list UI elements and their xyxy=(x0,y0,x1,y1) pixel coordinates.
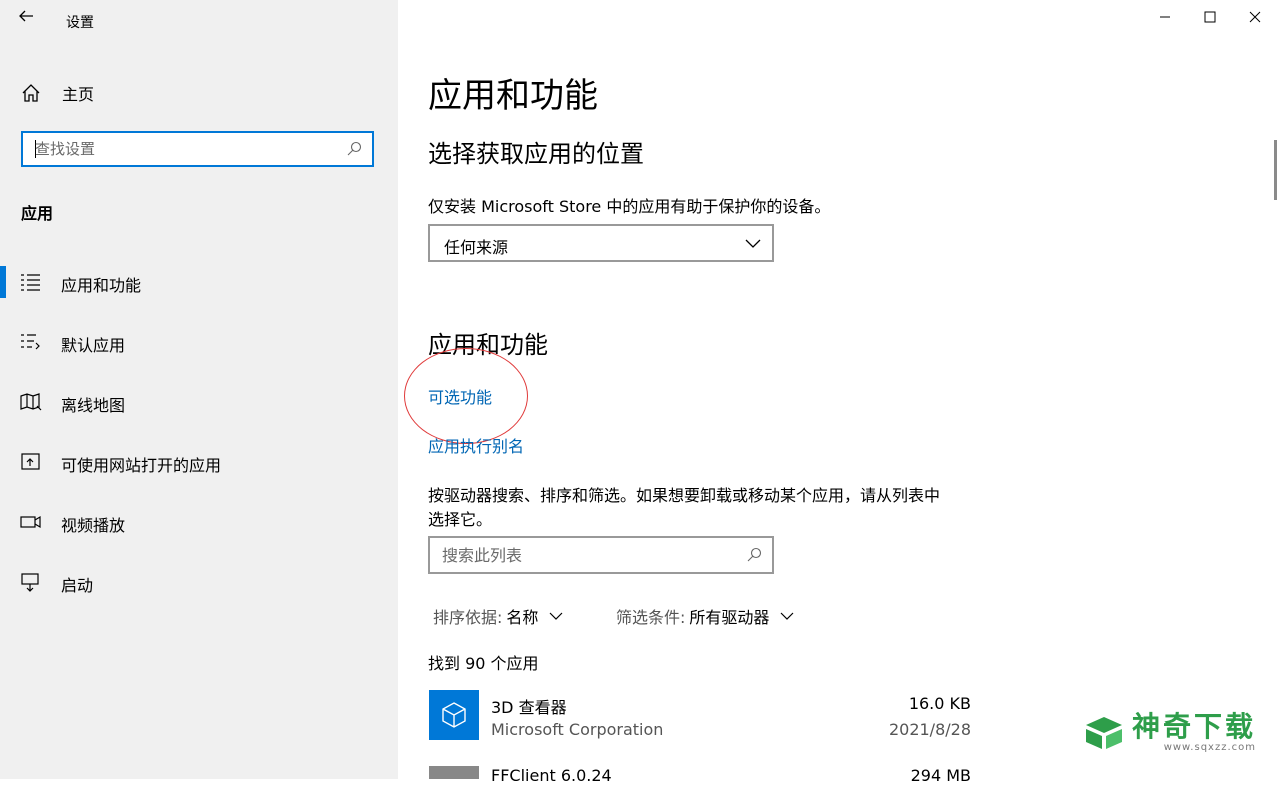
sidebar-item-label: 离线地图 xyxy=(61,396,126,415)
home-icon xyxy=(22,84,40,102)
sidebar-item-label: 默认应用 xyxy=(61,336,126,355)
back-arrow-icon[interactable] xyxy=(16,6,36,26)
3d-viewer-app-icon[interactable] xyxy=(429,690,479,740)
watermark-url: www.sqxzz.com xyxy=(1163,742,1256,753)
chevron-down-icon xyxy=(745,239,761,248)
watermark-logo-icon xyxy=(1085,716,1122,749)
sidebar-item-label: 视频播放 xyxy=(61,516,126,535)
sidebar-item-video[interactable]: 视频播放 xyxy=(0,502,398,542)
app-name[interactable]: FFClient 6.0.24 xyxy=(491,766,612,785)
app-size: 294 MB xyxy=(910,766,971,785)
filter-dropdown[interactable]: 筛选条件: 所有驱动器 xyxy=(616,604,795,628)
search-icon[interactable] xyxy=(346,141,362,157)
optional-features-link[interactable]: 可选功能 xyxy=(428,384,492,408)
filter-value: 所有驱动器 xyxy=(689,608,770,627)
dropdown-value: 任何来源 xyxy=(444,238,509,257)
cube-icon xyxy=(442,702,466,728)
section-heading: 应用 xyxy=(21,204,54,223)
settings-search[interactable] xyxy=(21,131,374,167)
list-description-line2: 选择它。 xyxy=(428,510,493,529)
app-list-search-input[interactable] xyxy=(442,538,732,572)
sidebar-item-apps-features[interactable]: 应用和功能 xyxy=(0,262,398,302)
window-title: 设置 xyxy=(66,15,94,31)
sidebar-item-label: 可使用网站打开的应用 xyxy=(61,456,222,475)
selected-indicator xyxy=(0,266,6,298)
offline-map-icon xyxy=(20,393,42,411)
watermark-title: 神奇下载 xyxy=(1131,710,1256,743)
sort-value: 名称 xyxy=(506,608,539,627)
settings-search-input[interactable] xyxy=(35,133,335,165)
app-name[interactable]: 3D 查看器 xyxy=(491,694,567,718)
list-description-line1: 按驱动器搜索、排序和筛选。如果想要卸载或移动某个应用，请从列表中 xyxy=(428,486,941,505)
source-description: 仅安装 Microsoft Store 中的应用有助于保护你的设备。 xyxy=(428,197,831,216)
app-count: 找到 90 个应用 xyxy=(428,654,539,673)
sidebar-item-startup[interactable]: 启动 xyxy=(0,562,398,602)
filter-label: 筛选条件: xyxy=(616,608,686,627)
minimize-button[interactable] xyxy=(1142,4,1188,30)
app-alias-link[interactable]: 应用执行别名 xyxy=(428,433,524,457)
sort-label: 排序依据: xyxy=(433,608,503,627)
startup-icon xyxy=(21,573,39,592)
video-icon xyxy=(20,515,41,529)
app-publisher: Microsoft Corporation xyxy=(491,720,664,739)
source-heading: 选择获取应用的位置 xyxy=(428,140,644,168)
app-source-dropdown[interactable]: 任何来源 xyxy=(428,224,774,262)
chevron-down-icon xyxy=(549,612,563,620)
sort-dropdown[interactable]: 排序依据: 名称 xyxy=(433,604,564,628)
home-nav[interactable]: 主页 xyxy=(20,80,94,106)
sidebar-item-default-apps[interactable]: 默认应用 xyxy=(0,322,398,362)
app-list-search[interactable] xyxy=(428,536,774,574)
apps-list-icon xyxy=(21,274,40,291)
default-apps-icon xyxy=(21,334,40,350)
web-open-icon xyxy=(21,453,40,470)
app-date: 2021/8/28 xyxy=(888,720,971,739)
maximize-button[interactable] xyxy=(1187,4,1233,30)
sidebar-item-label: 应用和功能 xyxy=(61,276,142,295)
sidebar: 设置 主页 应用 应用和功能 默认应用 离线地图 xyxy=(0,0,398,779)
close-button[interactable] xyxy=(1232,4,1278,30)
scrollbar[interactable] xyxy=(1274,140,1277,200)
watermark: 神奇下载 www.sqxzz.com xyxy=(1084,712,1256,753)
page-title: 应用和功能 xyxy=(428,76,598,116)
ffclient-app-icon[interactable] xyxy=(429,766,479,779)
app-size: 16.0 KB xyxy=(908,694,971,713)
sidebar-item-web-apps[interactable]: 可使用网站打开的应用 xyxy=(0,442,398,482)
home-label: 主页 xyxy=(62,85,95,104)
sidebar-item-label: 启动 xyxy=(61,576,94,595)
chevron-down-icon xyxy=(780,612,794,620)
sidebar-item-offline-maps[interactable]: 离线地图 xyxy=(0,382,398,422)
search-icon[interactable] xyxy=(746,547,762,563)
